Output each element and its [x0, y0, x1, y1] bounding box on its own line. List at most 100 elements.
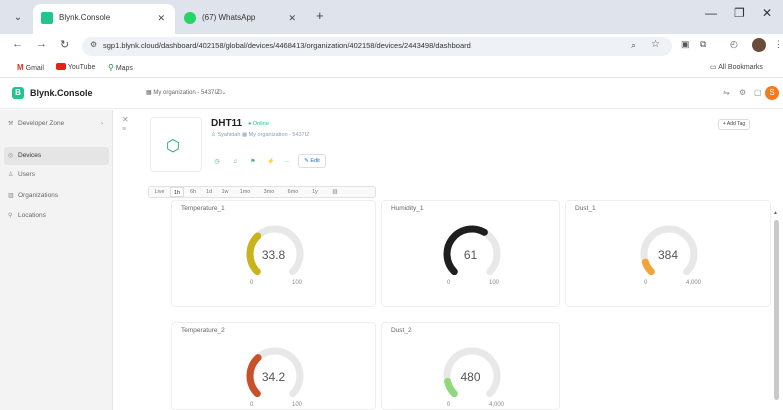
device-owner[interactable]: Syahidah	[217, 132, 240, 138]
minimize-icon[interactable]: —	[705, 6, 717, 20]
tab-title: Blynk.Console	[59, 13, 111, 22]
list-toggle-icon[interactable]: ≡	[122, 126, 126, 133]
close-window-icon[interactable]: ✕	[762, 6, 772, 20]
sidebar-item-users[interactable]: ♙ Users	[4, 166, 109, 184]
maps-icon: ⚲	[108, 63, 114, 72]
sidebar-item-label: Devices	[18, 152, 42, 159]
device-status-label: Online	[252, 121, 269, 127]
profile-avatar[interactable]	[752, 38, 766, 52]
edit-button[interactable]: ✎ Edit	[298, 154, 326, 168]
apps-icon[interactable]: ▢	[754, 88, 762, 97]
gmail-icon: M	[17, 63, 24, 72]
new-tab-icon[interactable]: +	[316, 8, 324, 23]
add-tag-label: Add Tag	[726, 121, 746, 127]
sidebar-item-locations[interactable]: ⚲ Locations	[4, 207, 109, 225]
sidebar-item-organizations[interactable]: ▥ Organizations	[4, 187, 109, 205]
sidebar-item-devices[interactable]: ◎ Devices	[4, 147, 109, 165]
calendar-icon[interactable]: ▥	[326, 187, 344, 197]
gauge-min: 0	[644, 280, 648, 286]
help-circle-icon[interactable]: ⊙	[217, 88, 223, 96]
reload-icon[interactable]: ↻	[60, 38, 69, 51]
brand-name: Blynk.Console	[30, 88, 93, 98]
sidebar-item-developer-zone[interactable]: ⚒ Developer Zone ›	[4, 115, 109, 133]
bookmark-star-icon[interactable]: ☆	[651, 39, 660, 50]
bookmark-label: Maps	[115, 65, 133, 72]
time-range-6mo[interactable]: 6mo	[282, 187, 304, 197]
scrollbar[interactable]: ▲	[773, 210, 779, 410]
bookmark-youtube[interactable]: YouTube	[56, 63, 95, 71]
gauge-widget-temperature-2[interactable]: Temperature_2 34.2 0 100	[171, 322, 376, 410]
device-org[interactable]: My organization - 5437IZ	[249, 132, 310, 138]
devices-icon: ◎	[8, 153, 14, 159]
gauge-max: 4,000	[686, 280, 702, 286]
bookmark-label: YouTube	[67, 64, 96, 71]
bookmark-label: All Bookmarks	[718, 64, 763, 71]
site-info-icon[interactable]: ⚙	[90, 40, 97, 49]
gauge-value: 33.8	[261, 248, 286, 262]
scroll-up-icon[interactable]: ▲	[773, 210, 778, 216]
device-status: ● Online	[248, 121, 269, 127]
time-range-1y[interactable]: 1y	[306, 187, 324, 197]
more-icon[interactable]: ···	[281, 156, 293, 168]
wrench-icon: ⚒	[8, 121, 14, 127]
youtube-icon	[56, 63, 66, 70]
all-bookmarks[interactable]: ▭ All Bookmarks	[710, 63, 763, 71]
gauge-widget-dust-2[interactable]: Dust_2 480 0 4,000	[381, 322, 560, 410]
tab-title: (67) WhatsApp	[202, 13, 256, 22]
forward-icon[interactable]: →	[36, 38, 47, 50]
blynk-favicon-icon	[41, 12, 53, 24]
menu-icon[interactable]: ⋮	[774, 39, 783, 50]
app-header: B Blynk.Console ▦ My organization - 5437…	[0, 79, 783, 109]
user-avatar[interactable]: S	[765, 86, 779, 100]
notification-icon[interactable]: ♫	[229, 156, 241, 168]
close-tab-icon[interactable]: ✕	[288, 4, 296, 32]
close-panel-icon[interactable]: ✕	[122, 115, 129, 124]
gauge-widget-temperature-1[interactable]: Temperature_1 33.8 0 100	[171, 200, 376, 307]
automation-icon[interactable]: ⚡	[265, 156, 277, 168]
gauge-max: 100	[489, 280, 500, 286]
sidebar-item-label: Locations	[18, 212, 46, 219]
time-range-1mo[interactable]: 1mo	[234, 187, 256, 197]
address-bar[interactable]: ⚙ sgp1.blynk.cloud/dashboard/402158/glob…	[82, 37, 672, 56]
history-icon[interactable]: ◴	[730, 39, 738, 50]
gauge-max: 100	[292, 402, 303, 408]
add-tag-button[interactable]: + Add Tag	[718, 119, 750, 130]
notifications-icon[interactable]: ⇋	[723, 88, 730, 97]
bookmark-gmail[interactable]: M Gmail	[17, 63, 44, 72]
bookmark-maps[interactable]: ⚲ Maps	[108, 63, 133, 72]
widget-title: Temperature_2	[181, 327, 225, 334]
time-range-1w[interactable]: 1w	[218, 187, 232, 197]
gauge-widget-dust-1[interactable]: Dust_1 384 0 4,000	[565, 200, 771, 307]
time-range-1d[interactable]: 1d	[202, 187, 216, 197]
gauge-widget-humidity-1[interactable]: Humidity_1 61 0 100	[381, 200, 560, 307]
url-text: sgp1.blynk.cloud/dashboard/402158/global…	[103, 41, 471, 50]
time-range-live[interactable]: Live	[151, 187, 168, 197]
settings-icon[interactable]: ⚙	[739, 88, 746, 97]
org-icon: ▦	[241, 132, 249, 138]
org-selector-label: My organization - 5437IZ	[153, 90, 220, 96]
cast-icon[interactable]: ▣	[681, 39, 690, 50]
back-icon[interactable]: ←	[12, 38, 23, 50]
edit-button-label: Edit	[310, 158, 320, 164]
organization-selector[interactable]: ▦ My organization - 5437IZ ⌄	[146, 89, 226, 96]
tab-blynk-console[interactable]: Blynk.Console ✕	[33, 4, 175, 34]
scroll-thumb[interactable]	[774, 220, 779, 400]
maximize-icon[interactable]: ❐	[734, 6, 745, 20]
gauge-value: 384	[657, 248, 679, 262]
sidebar: ⚒ Developer Zone › ◎ Devices ♙ Users ▥ O…	[0, 110, 113, 410]
widget-title: Dust_2	[391, 327, 412, 334]
sidebar-item-label: Developer Zone	[18, 120, 65, 127]
time-range-3mo[interactable]: 3mo	[258, 187, 280, 197]
tab-whatsapp[interactable]: (67) WhatsApp ✕	[176, 4, 306, 34]
time-range-1h[interactable]: 1h	[170, 187, 184, 197]
time-range-6h[interactable]: 6h	[186, 187, 200, 197]
dashboard-icon[interactable]: ◷	[211, 156, 223, 168]
tab-search-icon[interactable]: ⌄	[9, 9, 27, 27]
share-icon[interactable]: ⚑	[247, 156, 259, 168]
gauge-min: 0	[250, 402, 254, 408]
close-tab-icon[interactable]: ✕	[157, 4, 165, 32]
zoom-icon[interactable]: ⌕	[631, 40, 636, 51]
extensions-icon[interactable]: ⧉	[700, 39, 706, 50]
widget-title: Dust_1	[575, 205, 596, 212]
gauge-value: 34.2	[261, 370, 286, 384]
